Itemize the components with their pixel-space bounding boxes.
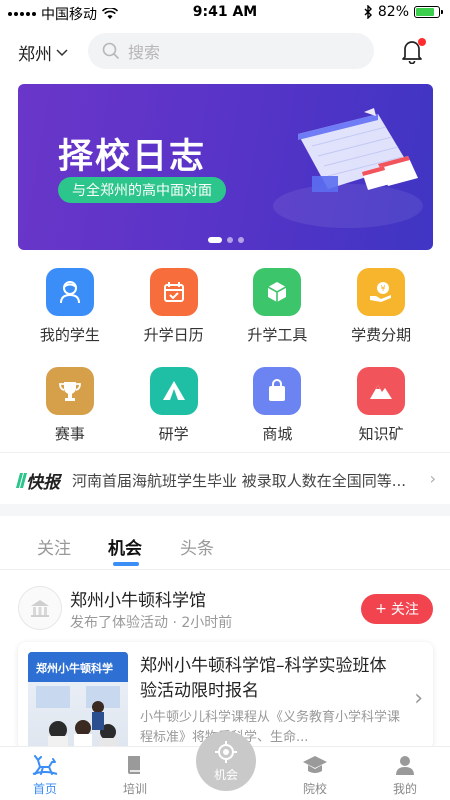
search-icon <box>102 42 120 60</box>
grid-item-label: 赛事 <box>54 425 85 443</box>
banner-dot[interactable] <box>226 237 233 243</box>
grid-item-6[interactable]: 商城 <box>226 367 330 444</box>
coin-hand-icon: ¥ <box>357 268 406 316</box>
grid-item-label: 知识矿 <box>358 425 404 443</box>
news-tag-label: 快报 <box>26 473 60 493</box>
city-label: 郑州 <box>18 45 52 65</box>
book-icon <box>128 756 140 774</box>
activity-description: 小牛顿少儿科学课程从《义务教育小学科学课程标准》将物质科学、生命... <box>140 710 401 745</box>
chevron-right-icon: › <box>429 469 436 488</box>
battery-icon <box>414 6 443 18</box>
building-logo-icon <box>31 600 49 617</box>
trophy-icon <box>45 367 94 415</box>
nav-mine[interactable]: 我的 <box>375 753 435 797</box>
promo-banner[interactable]: 择校日志 与全郑州的高中面对面 <box>18 84 433 250</box>
post-meta: 发布了体验活动 · 2小时前 <box>70 615 233 631</box>
nav-opportunity-button[interactable]: 机会 <box>196 731 256 791</box>
feature-grid: 我的学生 升学日历 升学工具 ¥ 学费分期赛事 研学 商城 知识矿 <box>18 268 433 444</box>
grid-item-label: 升学日历 <box>143 326 204 344</box>
follow-button[interactable]: + 关注 <box>361 594 433 624</box>
org-logo-avatar[interactable] <box>18 586 62 630</box>
nav-home[interactable]: 首页 <box>15 753 75 797</box>
svg-text:¥: ¥ <box>381 284 386 293</box>
graduation-cap-icon <box>303 756 327 773</box>
tab-follow[interactable]: 关注 <box>37 534 71 559</box>
calendar-illustration <box>273 108 423 228</box>
news-headline: 河南首届海航班学生毕业 被录取人数在全国同等... <box>72 472 407 490</box>
nav-schools-label: 院校 <box>302 782 327 796</box>
battery-percent: 82% <box>377 4 409 20</box>
bluetooth-icon <box>364 5 372 19</box>
notification-bell-button[interactable] <box>400 38 426 65</box>
grid-item-label: 研学 <box>158 425 189 443</box>
chevron-right-icon: › <box>414 686 423 711</box>
nav-training[interactable]: 培训 <box>105 753 165 797</box>
nav-schools[interactable]: 院校 <box>285 753 345 797</box>
student-icon <box>45 268 94 316</box>
news-ticker[interactable]: 快报 河南首届海航班学生毕业 被录取人数在全国同等... › <box>0 452 450 504</box>
notification-badge <box>418 38 426 46</box>
cube-icon <box>253 268 302 316</box>
nav-mine-label: 我的 <box>392 782 417 796</box>
tab-opportunity[interactable]: 机会 <box>108 534 142 559</box>
search-placeholder: 搜索 <box>128 43 161 62</box>
tent-icon <box>149 367 198 415</box>
banner-subtitle: 与全郑州的高中面对面 <box>58 177 226 203</box>
grid-item-0[interactable]: 我的学生 <box>18 268 122 345</box>
grid-item-2[interactable]: 升学工具 <box>226 268 330 345</box>
mountain-icon <box>357 367 406 415</box>
person-icon <box>396 756 414 775</box>
section-divider <box>0 504 450 516</box>
header: 郑州 搜索 <box>0 30 450 74</box>
banner-dot[interactable] <box>207 237 222 243</box>
plus-icon: + <box>375 601 387 617</box>
nav-opportunity-label: 机会 <box>213 767 238 782</box>
city-selector[interactable]: 郑州 <box>18 40 68 65</box>
search-input[interactable]: 搜索 <box>88 33 374 69</box>
calendar-icon <box>149 268 198 316</box>
grid-item-label: 我的学生 <box>39 326 100 344</box>
tab-indicator <box>113 562 139 566</box>
banner-dot[interactable] <box>237 237 244 243</box>
grid-item-5[interactable]: 研学 <box>122 367 226 444</box>
status-bar: 中国移动 9:41 AM 82% <box>0 0 450 26</box>
activity-thumbnail: 郑州小牛顿科学 <box>28 652 128 750</box>
target-icon <box>215 740 237 763</box>
nav-home-label: 首页 <box>32 782 57 796</box>
bottom-nav: 首页 培训 机会 院校 我的 <box>0 731 450 800</box>
tab-headlines[interactable]: 头条 <box>180 534 214 559</box>
app-screen: 中国移动 9:41 AM 82% 郑州 搜索 择校日志 与全郑州的高中面对面 我… <box>0 0 450 800</box>
banner-title: 择校日志 <box>58 137 207 177</box>
chevron-down-icon <box>56 48 68 56</box>
banner-pagination <box>18 237 433 243</box>
activity-title: 郑州小牛顿科学馆–科学实验班体验活动限时报名 <box>140 656 387 701</box>
grid-item-label: 商城 <box>262 425 293 443</box>
feed-tabs: 关注 机会 头条 <box>0 516 450 570</box>
grid-item-4[interactable]: 赛事 <box>18 367 122 444</box>
news-tag: 快报 <box>15 468 60 493</box>
grid-item-7[interactable]: 知识矿 <box>329 367 433 444</box>
grid-item-3[interactable]: ¥ 学费分期 <box>329 268 433 345</box>
shopping-bag-icon <box>253 367 302 415</box>
nav-training-label: 培训 <box>122 782 147 796</box>
grid-item-1[interactable]: 升学日历 <box>122 268 226 345</box>
org-name[interactable]: 郑州小牛顿科学馆 <box>70 586 206 611</box>
grid-item-label: 学费分期 <box>351 326 412 344</box>
deer-icon <box>32 755 58 775</box>
grid-item-label: 升学工具 <box>247 326 308 344</box>
thumbnail-banner-text: 郑州小牛顿科学 <box>36 662 113 675</box>
follow-label: 关注 <box>390 602 419 618</box>
